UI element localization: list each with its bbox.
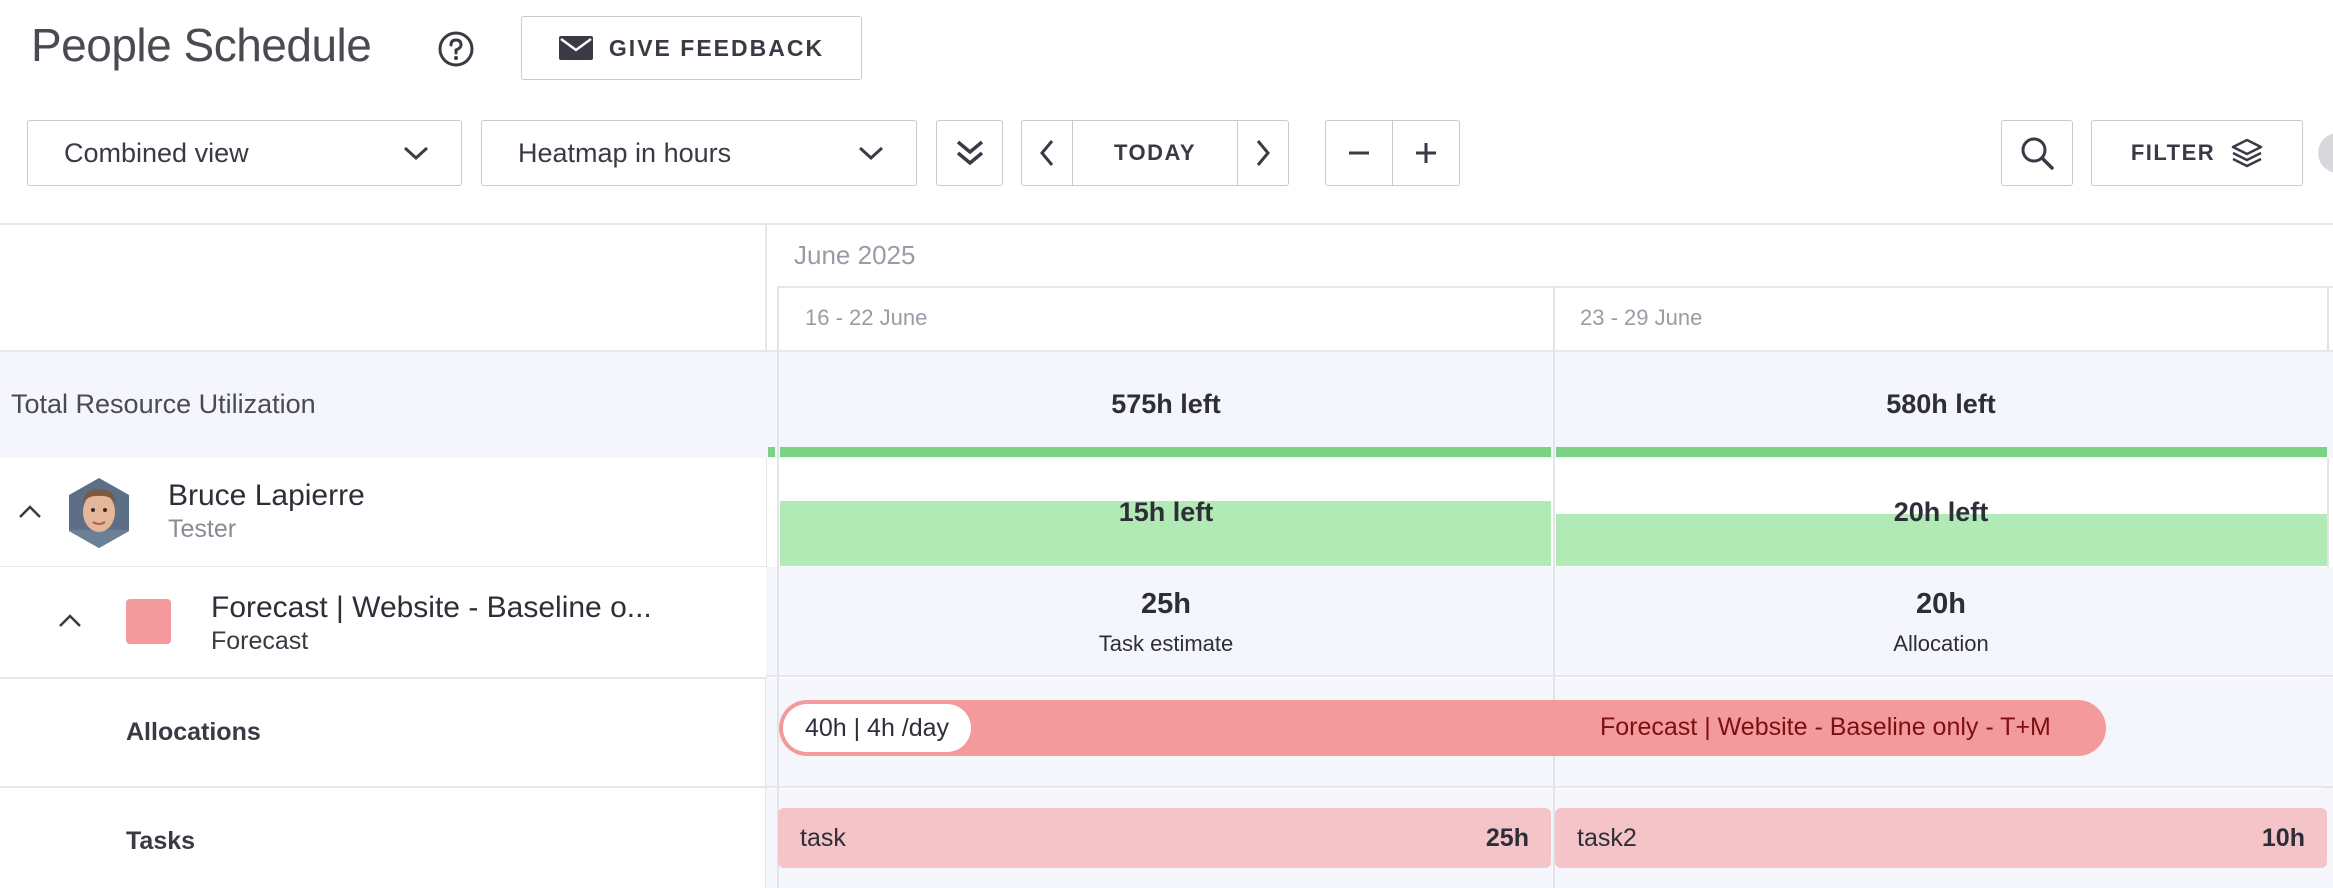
plus-icon [1416,143,1436,163]
allocation-project-label: Forecast | Website - Baseline only - T+M [1600,713,2051,741]
search-button[interactable] [2001,120,2073,186]
collapse-person-icon[interactable] [18,500,42,524]
project-week-caption: Task estimate [1098,631,1234,656]
collapse-project-icon[interactable] [58,609,82,633]
utilization-bar [768,447,775,457]
expand-all-button[interactable] [936,120,1003,186]
row-divider [0,350,2333,352]
task-bar[interactable]: task2 10h [1555,808,2327,868]
person-week-value: 15h left [1118,497,1214,527]
month-divider [777,286,2333,288]
page-title: People Schedule [31,19,372,71]
heatmap-select[interactable]: Heatmap in hours [481,120,917,186]
week-header: 16 - 22 June [805,305,928,330]
month-header: June 2025 [794,240,916,270]
filter-button[interactable]: FILTER [2091,120,2303,186]
view-select-value: Combined view [64,137,249,168]
project-week-value: 20h Allocation [1555,588,2327,657]
overflow-indicator[interactable] [2318,133,2333,173]
task-bar[interactable]: task 25h [778,808,1551,868]
task-hours: 25h [1485,823,1529,852]
help-icon[interactable] [437,30,475,68]
total-week-value: 575h left [1111,389,1221,419]
project-color-swatch [126,599,171,644]
utilization-bar [1556,447,2327,457]
view-select[interactable]: Combined view [27,120,462,186]
person-role: Tester [168,515,237,543]
avatar [69,478,129,548]
tasks-label: Tasks [126,827,196,855]
total-utilization-label: Total Resource Utilization [11,389,316,419]
give-feedback-label: GIVE FEEDBACK [608,34,825,61]
chevron-down-icon [858,146,884,161]
layers-icon [2231,138,2263,168]
task-hours: 10h [2261,823,2305,852]
date-navigation: TODAY [1021,120,1289,186]
project-week-value: 25h Task estimate [779,588,1553,657]
row-divider [766,675,2333,677]
heatmap-select-value: Heatmap in hours [518,137,732,168]
minus-icon [1349,151,1369,155]
row-divider [0,786,2333,788]
zoom-controls [1325,120,1460,186]
search-icon [2021,137,2054,170]
total-week-value: 580h left [1886,389,1996,419]
previous-button[interactable] [1022,121,1072,185]
give-feedback-button[interactable]: GIVE FEEDBACK [521,16,862,80]
zoom-out-button[interactable] [1326,121,1392,185]
filter-label: FILTER [2130,140,2216,165]
chevron-right-icon [1256,140,1270,166]
task-name: task2 [1577,823,1637,852]
person-week-value: 20h left [1893,497,1989,527]
allocation-hours-pill: 40h | 4h /day [783,704,971,752]
chevron-down-icon [403,146,429,161]
chevron-left-icon [1040,140,1054,166]
project-week-hours: 20h [1916,588,1966,620]
envelope-icon [558,36,593,60]
project-week-hours: 25h [1141,588,1191,620]
allocations-label: Allocations [126,718,261,746]
task-name: task [800,823,846,852]
double-chevron-down-icon [956,140,983,166]
week-header: 23 - 29 June [1580,305,1703,330]
project-client: Forecast [211,627,309,655]
project-name[interactable]: Forecast | Website - Baseline o... [211,591,652,625]
zoom-in-button[interactable] [1392,121,1459,185]
today-button[interactable]: TODAY [1072,121,1238,185]
utilization-bar [780,447,1551,457]
person-name[interactable]: Bruce Lapierre [168,479,365,513]
toolbar-divider [0,223,2333,225]
next-button[interactable] [1238,121,1288,185]
project-week-caption: Allocation [1893,631,1989,656]
